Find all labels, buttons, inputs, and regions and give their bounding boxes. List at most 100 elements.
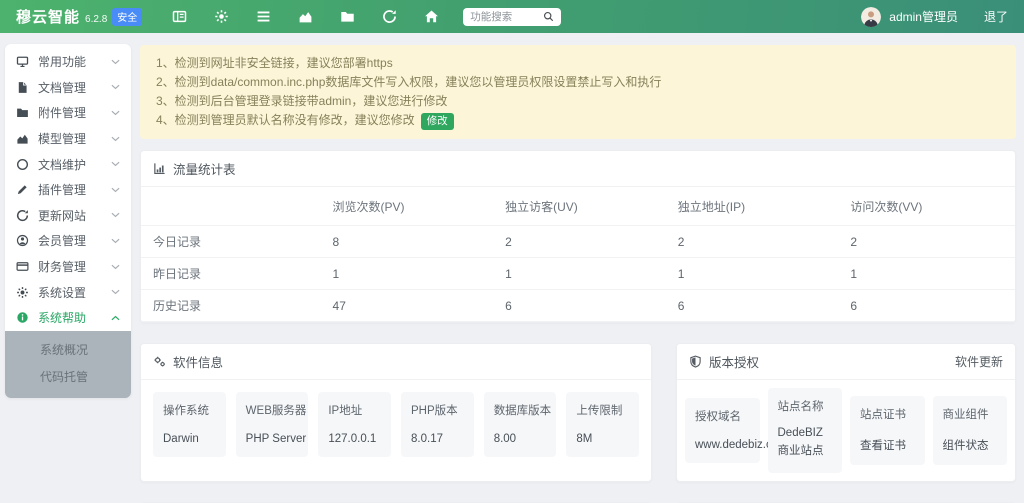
alert-line: 3、检测到后台管理登录链接带admin，建议您进行修改 xyxy=(156,92,1000,111)
sidebar-item-common[interactable]: 常用功能 xyxy=(5,49,131,75)
dashboard-icon[interactable] xyxy=(172,9,187,24)
software-info-panel: 软件信息 操作系统Darwin WEB服务器PHP Server IP地址127… xyxy=(140,343,652,482)
column-header: 访问次数(VV) xyxy=(842,187,1015,226)
sidebar-item-settings[interactable]: 系统设置 xyxy=(5,279,131,305)
table-row: 历史记录 47 6 6 6 xyxy=(141,290,1015,322)
view-certificate-link[interactable]: 查看证书 xyxy=(860,437,915,453)
component-status-link[interactable]: 组件状态 xyxy=(943,437,998,453)
bar-chart-icon xyxy=(153,162,166,175)
info-label: PHP版本 xyxy=(411,402,464,418)
circle-icon xyxy=(16,158,29,171)
column-header xyxy=(141,187,325,226)
gears-icon xyxy=(153,355,166,368)
info-value: 8.00 xyxy=(494,433,547,445)
license-panel: 版本授权 软件更新 授权域名www.dedebiz.com 站点名称DedeBI… xyxy=(676,343,1016,482)
cell: 2 xyxy=(842,226,1015,258)
sidebar-item-label: 模型管理 xyxy=(38,130,111,147)
chevron-down-icon xyxy=(111,289,120,295)
sidebar-item-label: 系统帮助 xyxy=(38,309,111,326)
fix-button[interactable]: 修改 xyxy=(421,113,454,130)
menu-icon[interactable] xyxy=(256,9,271,24)
sidebar-item-label: 常用功能 xyxy=(38,53,111,70)
user-area: admin管理员 退了 xyxy=(861,7,1008,27)
folder-icon[interactable] xyxy=(340,9,355,24)
brand-name: 穆云智能 xyxy=(16,6,80,27)
info-value: PHP Server xyxy=(246,433,299,445)
info-label: 操作系统 xyxy=(163,402,216,418)
info-label: 上传限制 xyxy=(576,402,629,418)
cell: 1 xyxy=(670,258,843,290)
cell: 2 xyxy=(497,226,670,258)
sidebar-item-label: 文档维护 xyxy=(38,156,111,173)
sidebar-item-update-site[interactable]: 更新网站 xyxy=(5,203,131,229)
cell: 1 xyxy=(497,258,670,290)
info-label: IP地址 xyxy=(328,402,381,418)
search-icon[interactable] xyxy=(543,11,554,22)
gear-icon[interactable] xyxy=(214,9,229,24)
info-label: 授权域名 xyxy=(695,408,750,424)
panel-header: 版本授权 软件更新 xyxy=(677,344,1015,380)
table-header-row: 浏览次数(PV) 独立访客(UV) 独立地址(IP) 访问次数(VV) xyxy=(141,187,1015,226)
cell: 2 xyxy=(670,226,843,258)
sidebar-item-label: 插件管理 xyxy=(38,181,111,198)
license-card: 商业组件组件状态 xyxy=(933,396,1008,465)
avatar[interactable] xyxy=(861,7,881,27)
info-value: Darwin xyxy=(163,433,216,445)
alert-text: 4、检测到管理员默认名称没有修改，建议您修改 xyxy=(156,113,415,127)
home-icon[interactable] xyxy=(424,9,439,24)
search-input[interactable] xyxy=(470,11,540,23)
sidebar-subitem-overview[interactable]: 系统概况 xyxy=(5,336,131,363)
refresh-icon[interactable] xyxy=(382,9,397,24)
row-label: 历史记录 xyxy=(141,290,325,322)
license-card: 授权域名www.dedebiz.com xyxy=(685,398,760,463)
column-header: 独立访客(UV) xyxy=(497,187,670,226)
info-value: DedeBIZ商业站点 xyxy=(778,425,833,461)
chevron-down-icon xyxy=(111,161,120,167)
info-label: 商业组件 xyxy=(943,406,998,422)
header-nav xyxy=(172,9,439,24)
cell: 1 xyxy=(325,258,498,290)
sidebar-item-models[interactable]: 模型管理 xyxy=(5,126,131,152)
sidebar-item-attachments[interactable]: 附件管理 xyxy=(5,100,131,126)
cell: 6 xyxy=(497,290,670,322)
panel-title: 软件信息 xyxy=(173,352,223,371)
info-card: PHP版本8.0.17 xyxy=(401,392,474,457)
panel-header: 软件信息 xyxy=(141,344,651,380)
sidebar-item-maintenance[interactable]: 文档维护 xyxy=(5,151,131,177)
sidebar-item-label: 更新网站 xyxy=(38,207,111,224)
chevron-down-icon xyxy=(111,238,120,244)
brand-version: 6.2.8 xyxy=(85,14,107,25)
info-card: 上传限制8M xyxy=(566,392,639,457)
logout-link[interactable]: 退了 xyxy=(984,8,1008,25)
sidebar-item-members[interactable]: 会员管理 xyxy=(5,228,131,254)
column-header: 浏览次数(PV) xyxy=(325,187,498,226)
sidebar-subitem-code-hosting[interactable]: 代码托管 xyxy=(5,363,131,390)
chevron-down-icon xyxy=(111,136,120,142)
refresh-icon xyxy=(16,209,29,222)
top-header: 穆云智能 6.2.8 安全 admin管理员 退了 xyxy=(0,0,1024,33)
table-row: 昨日记录 1 1 1 1 xyxy=(141,258,1015,290)
info-label: 数据库版本 xyxy=(494,402,547,418)
sidebar: 常用功能 文档管理 附件管理 模型管理 文档维护 xyxy=(0,33,136,398)
sidebar-item-label: 财务管理 xyxy=(38,258,111,275)
sidebar-item-documents[interactable]: 文档管理 xyxy=(5,75,131,101)
chevron-down-icon xyxy=(111,110,120,116)
sidebar-menu: 常用功能 文档管理 附件管理 模型管理 文档维护 xyxy=(5,44,131,398)
sidebar-item-plugins[interactable]: 插件管理 xyxy=(5,177,131,203)
security-alert: 1、检测到网址非安全链接，建议您部署https 2、检测到data/common… xyxy=(140,45,1016,139)
main-content: 1、检测到网址非安全链接，建议您部署https 2、检测到data/common… xyxy=(136,33,1024,503)
user-name[interactable]: admin管理员 xyxy=(889,8,958,25)
sidebar-item-label: 会员管理 xyxy=(38,232,111,249)
folder-icon xyxy=(16,106,29,119)
sidebar-item-help[interactable]: 系统帮助 xyxy=(5,305,131,331)
cell: 1 xyxy=(842,258,1015,290)
sidebar-item-finance[interactable]: 财务管理 xyxy=(5,254,131,280)
plugin-icon xyxy=(16,183,29,196)
area-chart-icon[interactable] xyxy=(298,9,313,24)
search-box xyxy=(463,8,561,26)
user-icon xyxy=(16,234,29,247)
row-label: 昨日记录 xyxy=(141,258,325,290)
software-update-link[interactable]: 软件更新 xyxy=(955,353,1003,370)
monitor-icon xyxy=(16,55,29,68)
traffic-table-panel: 流量统计表 浏览次数(PV) 独立访客(UV) 独立地址(IP) 访问次数(VV… xyxy=(140,150,1016,323)
